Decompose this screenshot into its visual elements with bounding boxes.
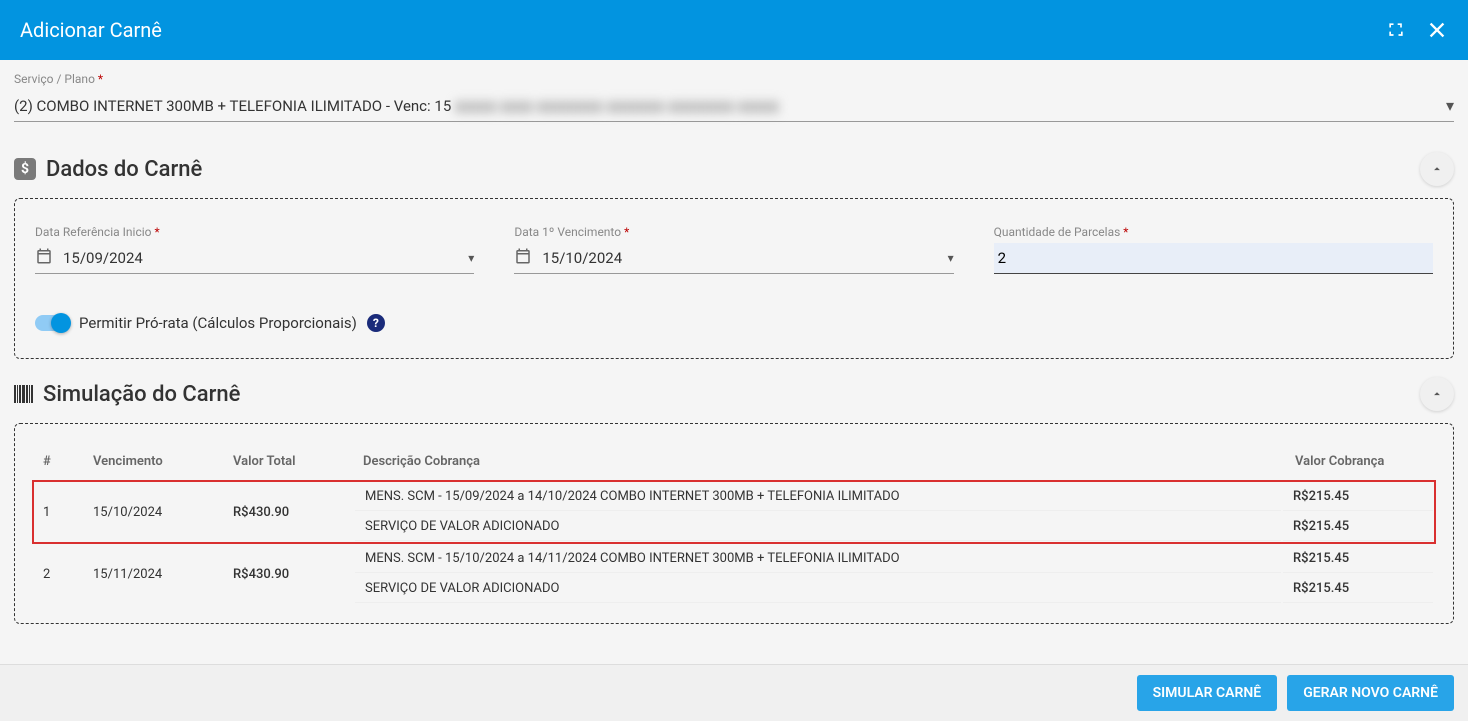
parcelas-label: Quantidade de Parcelas *: [994, 225, 1433, 239]
col-valor-total: Valor Total: [223, 442, 353, 481]
collapse-simulacao-button[interactable]: [1420, 377, 1454, 411]
redacted-text: ▮▮▮▮▮ ▮▮▮▮ ▮▮▮▮▮▮▮▮ ▮▮▮▮▮▮▮ ▮▮▮▮▮▮▮▮ ▮▮▮…: [455, 97, 779, 115]
cell-valor-cobranca: R$215.45: [1283, 545, 1433, 573]
simulacao-title: Simulação do Carnê: [43, 382, 240, 407]
col-descricao: Descrição Cobrança: [353, 442, 1285, 481]
servico-plano-label: Serviço / Plano *: [14, 72, 1454, 86]
cell-vencimento: 15/10/2024: [83, 481, 223, 543]
cell-descricao: SERVIÇO DE VALOR ADICIONADO: [355, 575, 1281, 603]
cell-valor-cobranca: R$215.45: [1283, 513, 1433, 541]
simulacao-section: Simulação do Carnê # Vencimento Valor To…: [14, 377, 1454, 624]
help-icon[interactable]: ?: [367, 314, 385, 332]
chevron-down-icon: ▾: [468, 251, 474, 265]
simulacao-panel: # Vencimento Valor Total Descrição Cobra…: [14, 423, 1454, 624]
data-vencimento-value: 15/10/2024: [542, 249, 947, 267]
data-referencia-value: 15/09/2024: [63, 249, 468, 267]
barcode-icon: [14, 385, 33, 403]
table-subrow: MENS. SCM - 15/10/2024 a 14/11/2024 COMB…: [355, 545, 1433, 573]
data-referencia-field: Data Referência Inicio * 15/09/2024 ▾: [35, 225, 474, 274]
dialog-footer: SIMULAR CARNÊ GERAR NOVO CARNÊ: [0, 664, 1468, 721]
servico-plano-value: (2) COMBO INTERNET 300MB + TELEFONIA ILI…: [14, 97, 1446, 115]
collapse-dados-button[interactable]: [1420, 152, 1454, 186]
chevron-down-icon: ▾: [1446, 96, 1454, 115]
table-subrow: MENS. SCM - 15/09/2024 a 14/10/2024 COMB…: [355, 483, 1433, 511]
cell-descricao: MENS. SCM - 15/10/2024 a 14/11/2024 COMB…: [355, 545, 1281, 573]
close-icon[interactable]: [1426, 19, 1448, 41]
table-subrow: SERVIÇO DE VALOR ADICIONADO R$215.45: [355, 575, 1433, 603]
data-referencia-label: Data Referência Inicio *: [35, 225, 474, 239]
simular-carne-button[interactable]: SIMULAR CARNÊ: [1137, 675, 1278, 711]
cell-num: 2: [33, 543, 83, 605]
simulacao-table: # Vencimento Valor Total Descrição Cobra…: [33, 442, 1435, 605]
fullscreen-icon[interactable]: [1386, 20, 1406, 40]
pro-rata-toggle-row: Permitir Pró-rata (Cálculos Proporcionai…: [35, 314, 1433, 332]
dados-carne-panel: Data Referência Inicio * 15/09/2024 ▾ Da…: [14, 198, 1454, 359]
gerar-novo-carne-button[interactable]: GERAR NOVO CARNÊ: [1287, 675, 1454, 711]
parcelas-input[interactable]: [994, 243, 1433, 274]
pro-rata-label: Permitir Pró-rata (Cálculos Proporcionai…: [79, 314, 357, 332]
cell-valor-total: R$430.90: [223, 481, 353, 543]
data-vencimento-field: Data 1º Vencimento * 15/10/2024 ▾: [514, 225, 953, 274]
calendar-icon: [514, 247, 532, 269]
col-vencimento: Vencimento: [83, 442, 223, 481]
table-row: 2 15/11/2024 R$430.90 MENS. SCM - 15/10/…: [33, 543, 1435, 605]
cell-descricao: SERVIÇO DE VALOR ADICIONADO: [355, 513, 1281, 541]
calendar-icon: [35, 247, 53, 269]
chevron-down-icon: ▾: [948, 251, 954, 265]
dialog-header: Adicionar Carnê: [0, 0, 1468, 60]
cell-num: 1: [33, 481, 83, 543]
dados-carne-title: Dados do Carnê: [46, 157, 202, 182]
header-actions: [1386, 19, 1448, 41]
table-subrow: SERVIÇO DE VALOR ADICIONADO R$215.45: [355, 513, 1433, 541]
dollar-icon: $: [14, 158, 36, 180]
dados-carne-section: $ Dados do Carnê Data Referência Inicio …: [14, 152, 1454, 359]
data-vencimento-label: Data 1º Vencimento *: [514, 225, 953, 239]
cell-valor-total: R$430.90: [223, 543, 353, 605]
servico-plano-select[interactable]: (2) COMBO INTERNET 300MB + TELEFONIA ILI…: [14, 90, 1454, 122]
dialog-title: Adicionar Carnê: [20, 18, 162, 42]
cell-vencimento: 15/11/2024: [83, 543, 223, 605]
servico-plano-field: Serviço / Plano * (2) COMBO INTERNET 300…: [14, 72, 1454, 122]
pro-rata-toggle[interactable]: [35, 315, 69, 331]
col-num: #: [33, 442, 83, 481]
table-row: 1 15/10/2024 R$430.90 MENS. SCM - 15/09/…: [33, 481, 1435, 543]
cell-valor-cobranca: R$215.45: [1283, 483, 1433, 511]
data-referencia-input[interactable]: 15/09/2024 ▾: [35, 243, 474, 274]
parcelas-field: Quantidade de Parcelas *: [994, 225, 1433, 274]
cell-descricao: MENS. SCM - 15/09/2024 a 14/10/2024 COMB…: [355, 483, 1281, 511]
cell-valor-cobranca: R$215.45: [1283, 575, 1433, 603]
data-vencimento-input[interactable]: 15/10/2024 ▾: [514, 243, 953, 274]
col-valor-cobranca: Valor Cobrança: [1285, 442, 1435, 481]
